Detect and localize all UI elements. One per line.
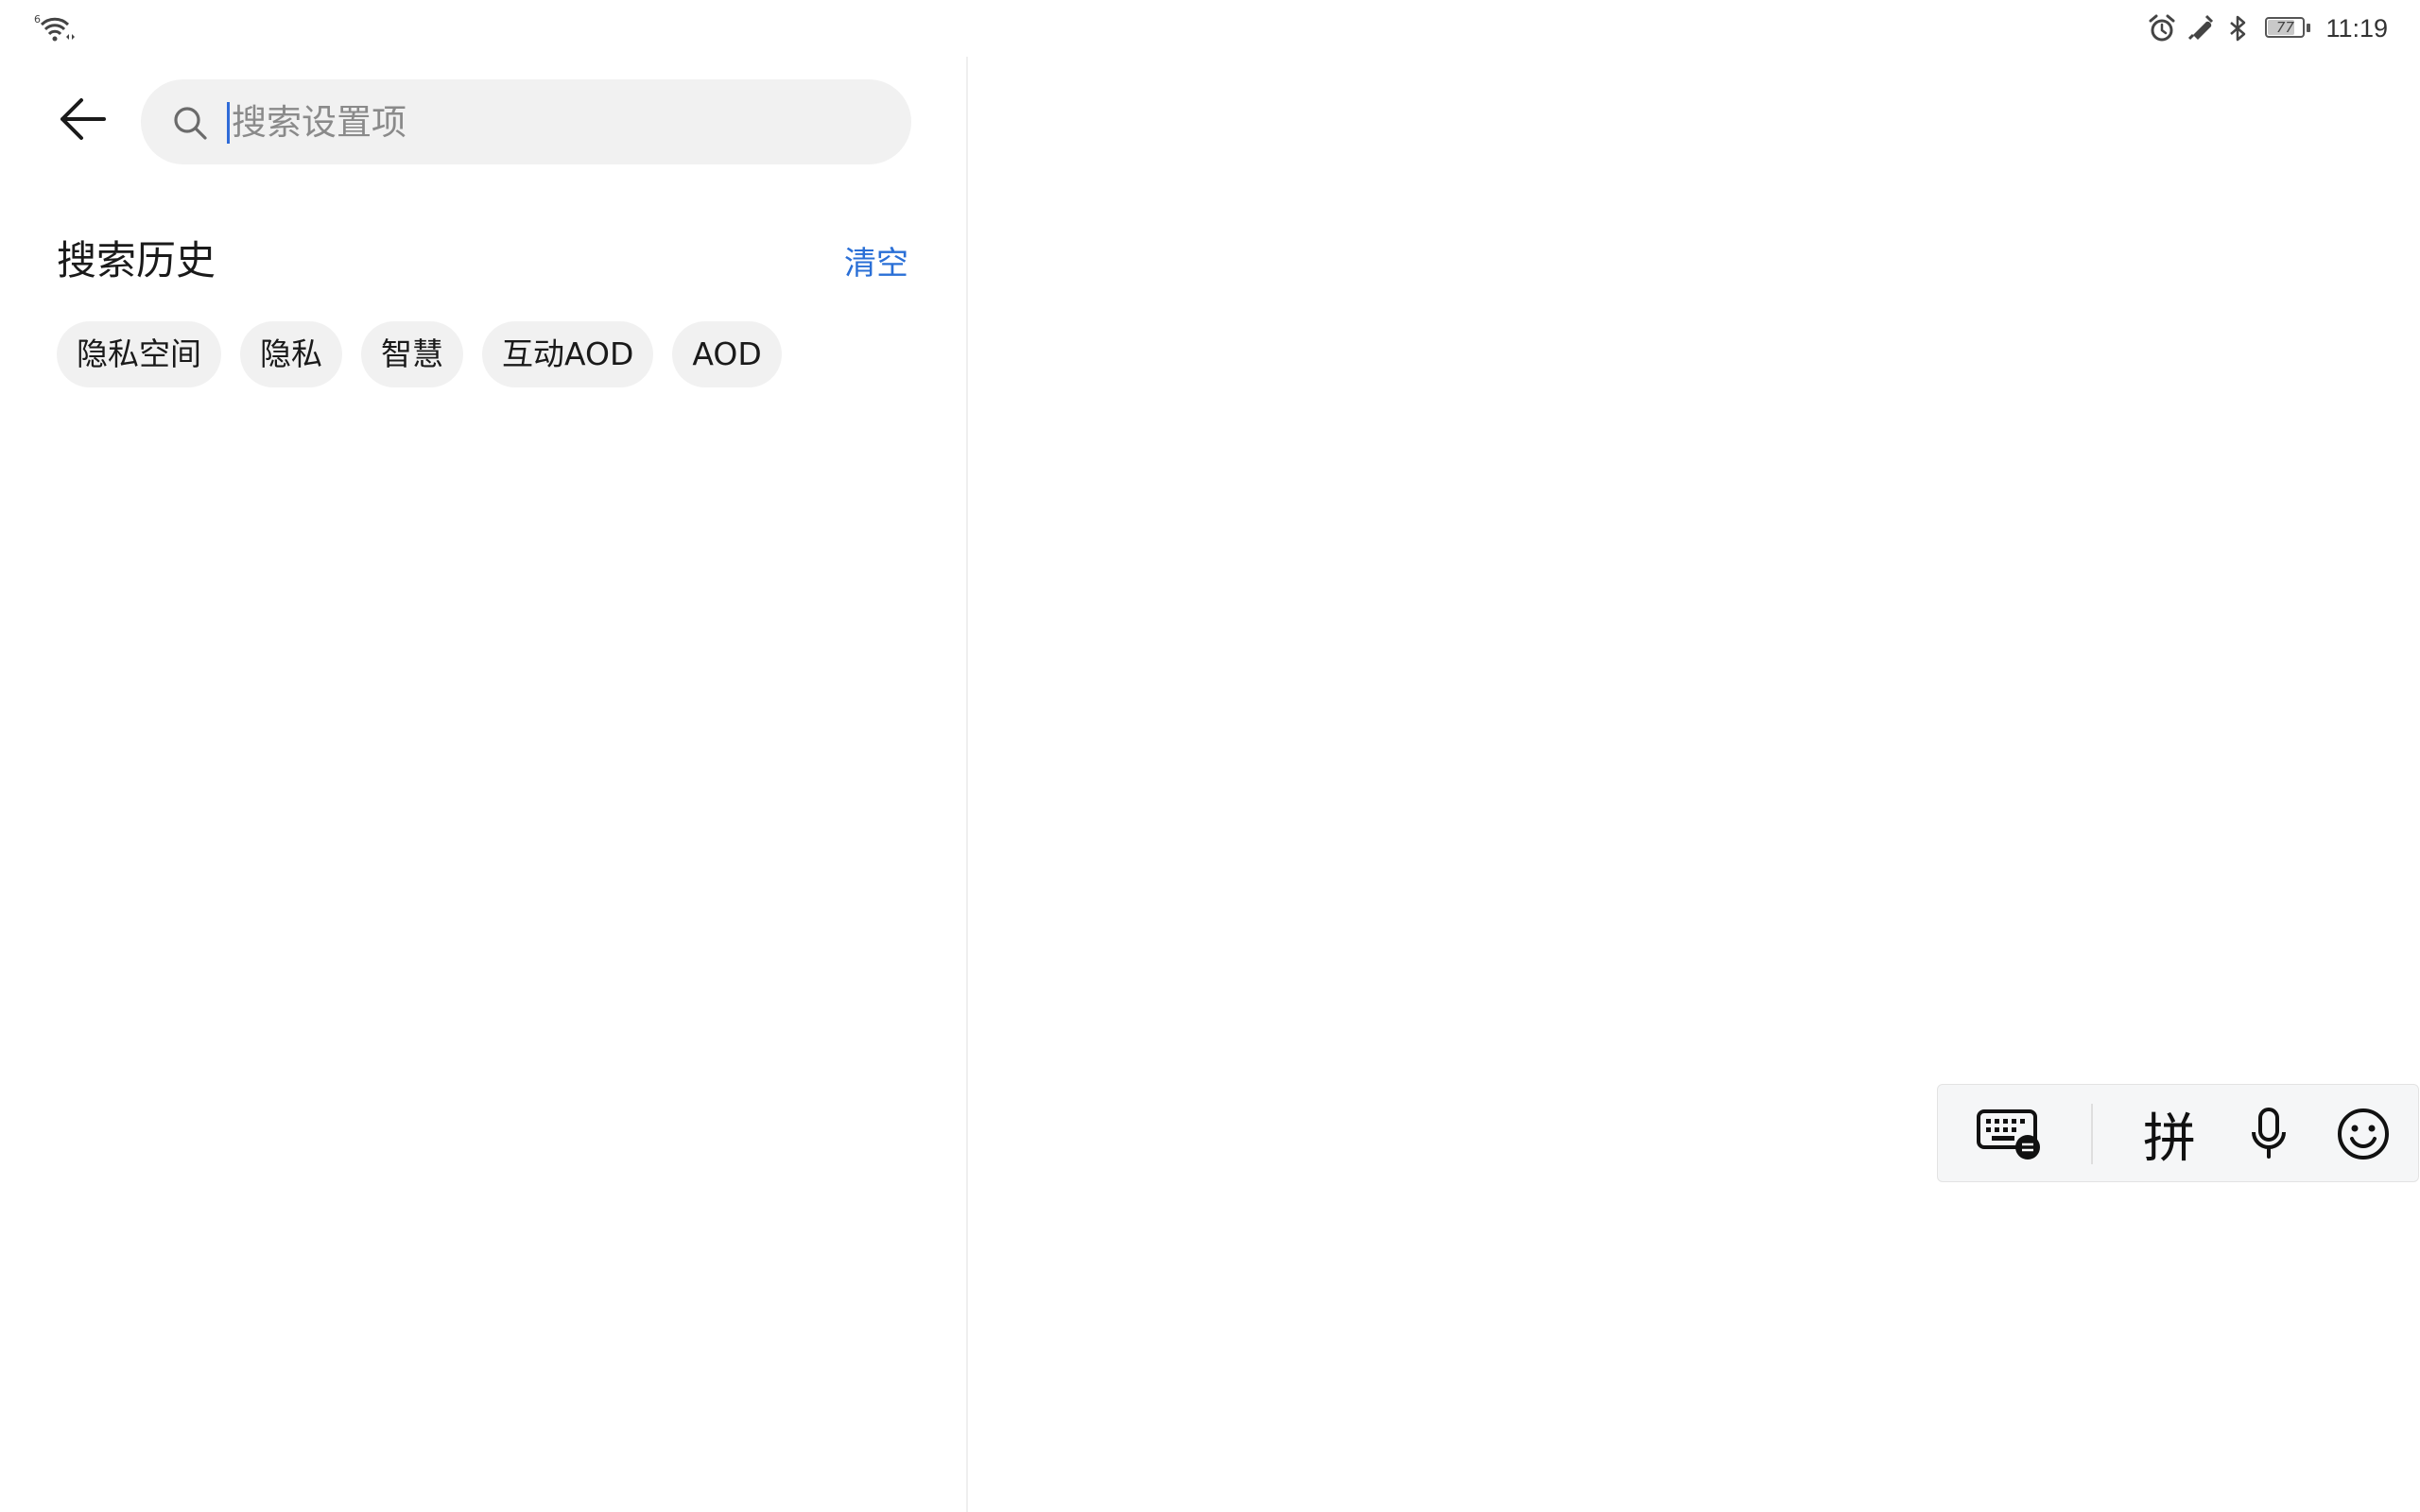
toolbar-separator: [2091, 1104, 2093, 1164]
battery-icon: 77: [2265, 17, 2311, 40]
alarm-icon: [2146, 12, 2178, 44]
search-icon: [174, 107, 207, 140]
status-time: 11:19: [2325, 13, 2388, 43]
microphone-icon: [2252, 1108, 2286, 1159]
search-bar[interactable]: [141, 79, 911, 164]
search-input[interactable]: [232, 79, 884, 164]
pinyin-button[interactable]: 拼: [2127, 1085, 2212, 1183]
wifi-icon: 6: [34, 11, 78, 45]
voice-input-button[interactable]: [2231, 1085, 2307, 1183]
back-button[interactable]: [51, 87, 115, 151]
history-chip[interactable]: AOD: [672, 321, 782, 387]
battery-percent: 77: [2275, 19, 2294, 36]
emoji-icon: [2338, 1108, 2389, 1160]
keyboard-switch-icon: [1977, 1109, 2040, 1160]
clear-history-button[interactable]: 清空: [844, 237, 908, 284]
pane-divider: [966, 57, 968, 1512]
history-chip[interactable]: 隐私: [240, 321, 342, 387]
history-chips: 隐私空间 隐私 智慧 互动AOD AOD: [57, 321, 782, 387]
emoji-button[interactable]: [2325, 1085, 2401, 1183]
back-arrow-icon: [60, 98, 106, 140]
keyboard-switch-button[interactable]: [1972, 1085, 2049, 1183]
status-bar: 6 77 11:19: [0, 0, 2420, 57]
history-chip[interactable]: 隐私空间: [57, 321, 221, 387]
text-cursor: [227, 102, 230, 144]
search-history-title: 搜索历史: [57, 237, 216, 284]
keyboard-toolbar: 拼: [1937, 1084, 2419, 1182]
history-chip[interactable]: 互动AOD: [482, 321, 654, 387]
signal-badge: 6: [34, 13, 41, 26]
bluetooth-icon: [2221, 12, 2254, 44]
settings-search-screen: 6 77 11:19 搜索设置项 搜索历史 清空 隐私空间 隐私 智慧 互动AO…: [0, 0, 2420, 1512]
no-disturb-icon: [2184, 12, 2216, 44]
history-chip[interactable]: 智慧: [361, 321, 463, 387]
pinyin-label: 拼: [2143, 1108, 2196, 1170]
status-icons: 77 11:19: [2146, 11, 2388, 45]
